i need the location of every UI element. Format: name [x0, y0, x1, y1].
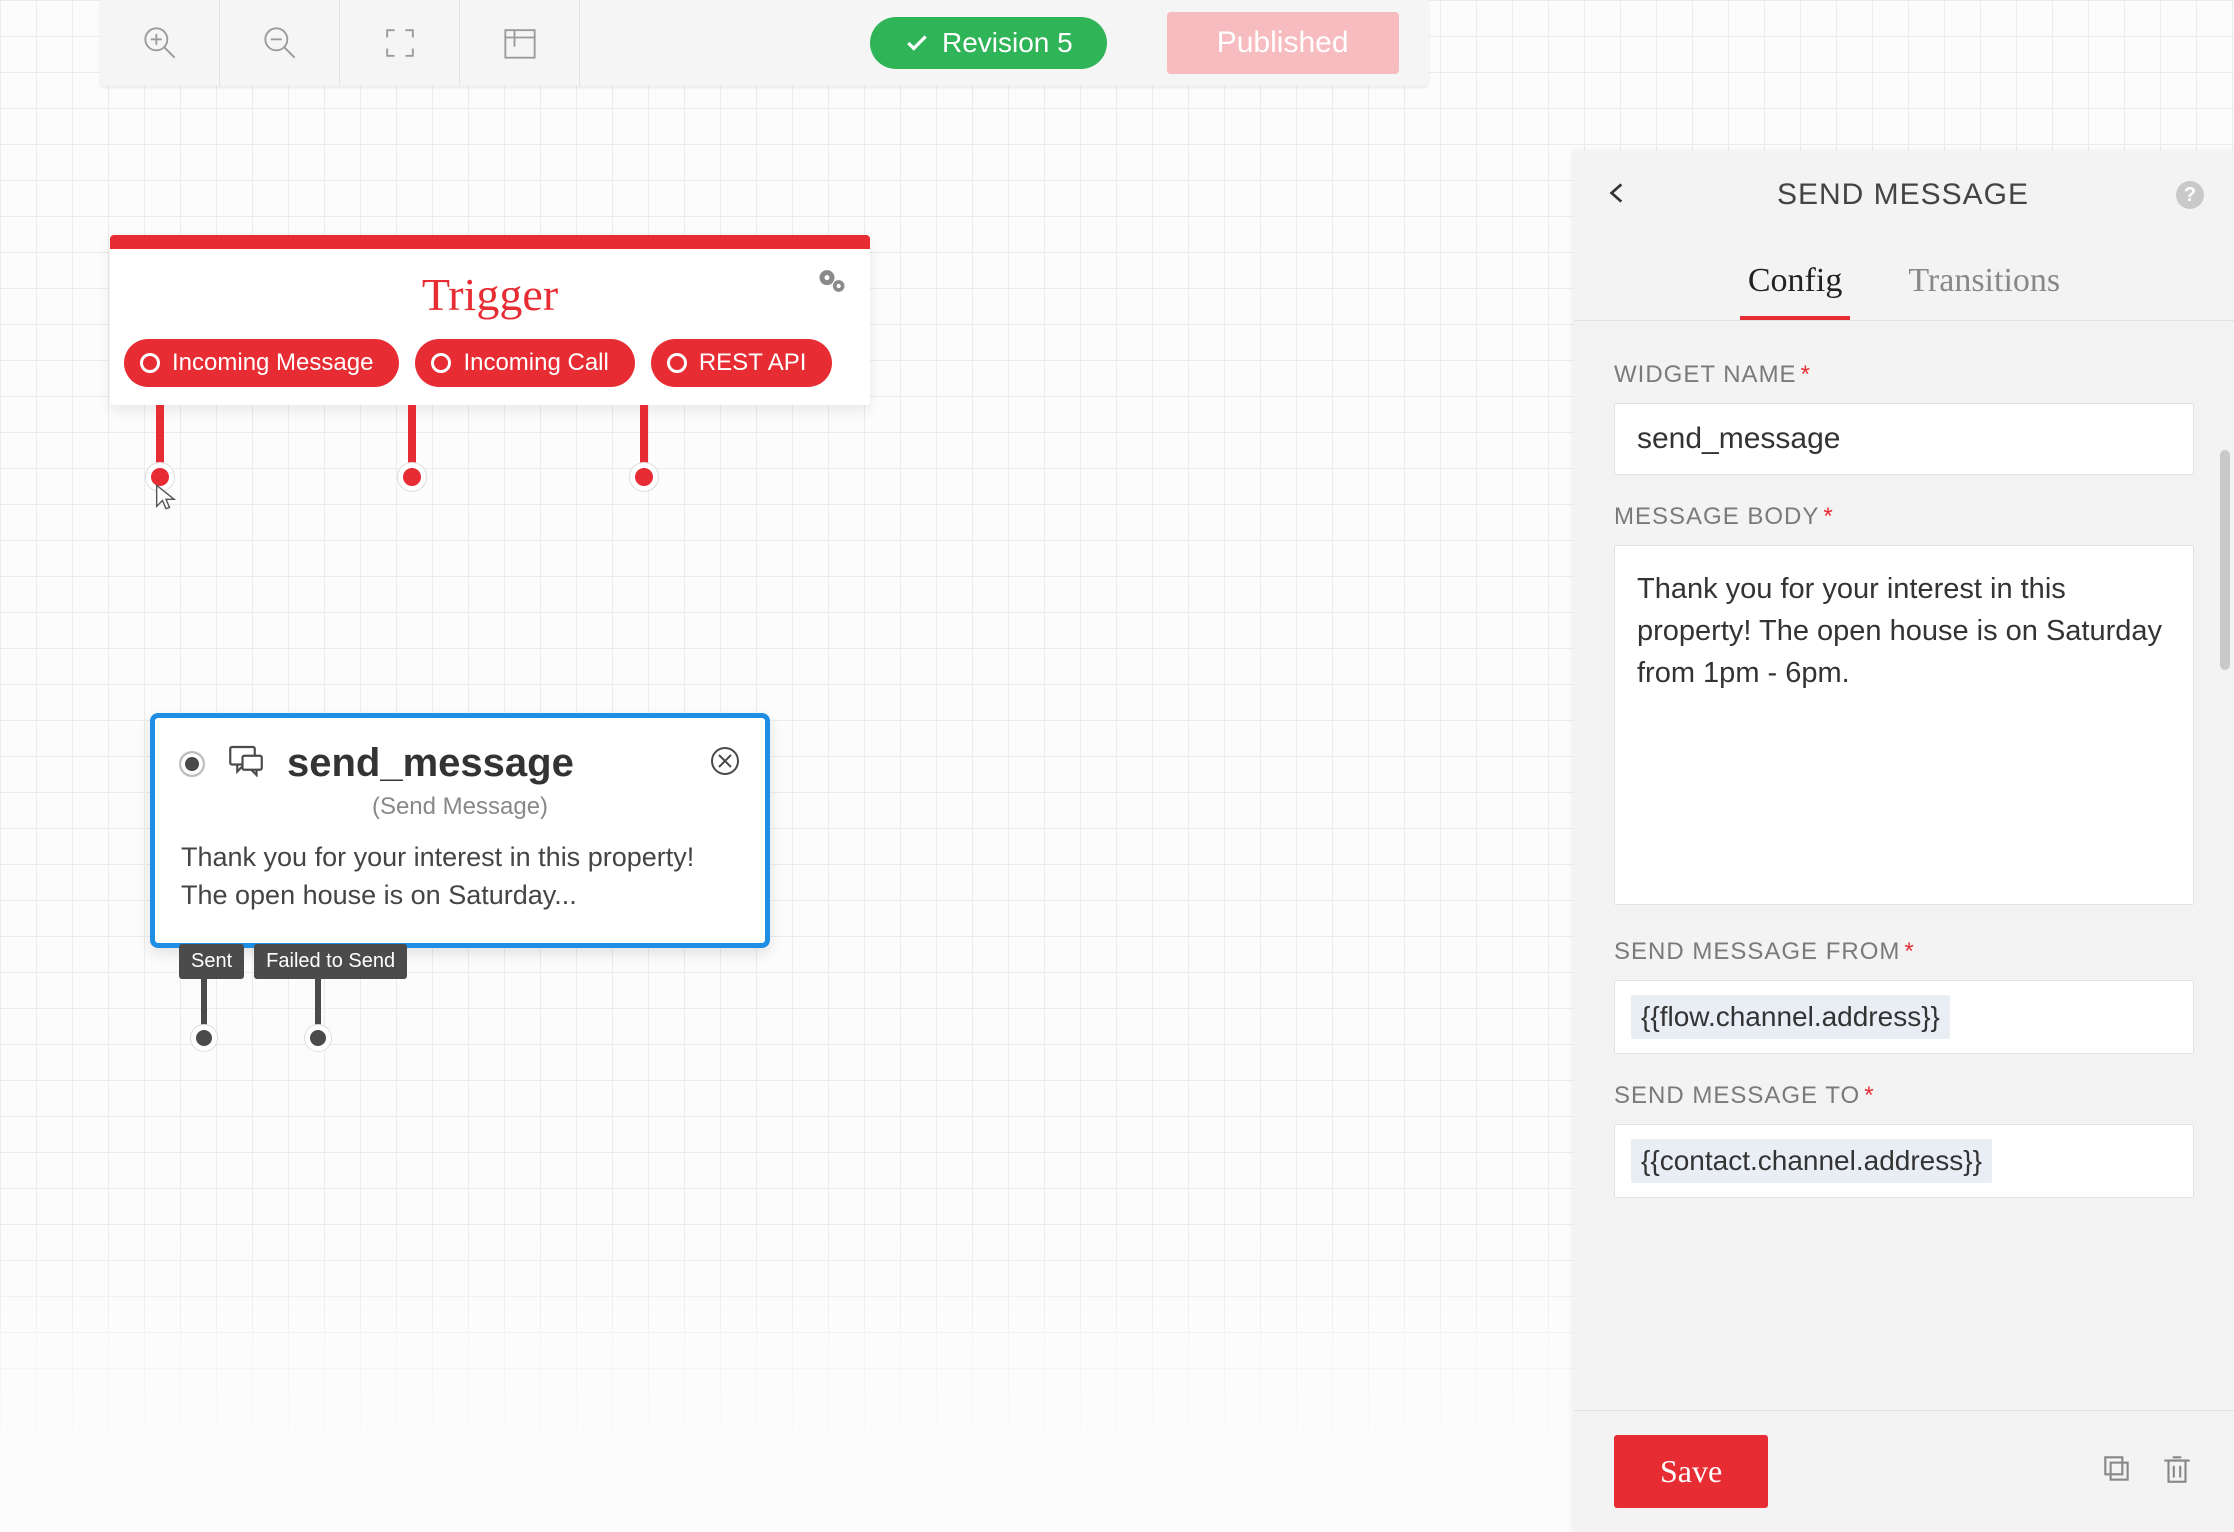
tag-failed[interactable]: Failed to Send	[254, 944, 407, 979]
panel-title: SEND MESSAGE	[1630, 178, 2176, 212]
chat-icon	[225, 740, 267, 787]
panel-scrollbar[interactable]	[2220, 450, 2230, 670]
help-button[interactable]: ?	[2176, 181, 2204, 209]
zoom-out-icon	[258, 21, 302, 65]
inspector-panel: SEND MESSAGE ? Config Transitions WIDGET…	[1574, 150, 2234, 1532]
connector-stub[interactable]	[640, 405, 648, 467]
pill-rest-api[interactable]: REST API	[651, 339, 833, 387]
fit-screen-icon	[378, 21, 422, 65]
send-message-node[interactable]: send_message (Send Message) Thank you fo…	[150, 713, 770, 948]
widget-name-input[interactable]	[1614, 403, 2194, 475]
cursor-icon	[152, 483, 180, 511]
revision-badge[interactable]: Revision 5	[870, 17, 1107, 69]
tab-config[interactable]: Config	[1740, 252, 1850, 320]
pill-incoming-call[interactable]: Incoming Call	[415, 339, 634, 387]
port-ring-icon	[140, 353, 160, 373]
gear-icon[interactable]	[812, 261, 852, 301]
tab-transitions[interactable]: Transitions	[1900, 252, 2068, 320]
library-icon	[498, 21, 542, 65]
connector-stub[interactable]	[315, 979, 321, 1027]
published-badge[interactable]: Published	[1167, 12, 1399, 74]
trigger-node[interactable]: Trigger Incoming Message Incoming Call R…	[110, 235, 870, 405]
close-node-button[interactable]	[709, 745, 741, 782]
pill-incoming-message[interactable]: Incoming Message	[124, 339, 399, 387]
node-body-preview: Thank you for your interest in this prop…	[155, 839, 765, 943]
delete-button[interactable]	[2160, 1452, 2194, 1491]
pill-label: Incoming Message	[172, 349, 373, 377]
tag-sent[interactable]: Sent	[179, 944, 244, 979]
canvas-toolbar: Revision 5 Published	[100, 0, 1429, 86]
label-send-from: SEND MESSAGE FROM*	[1614, 938, 2194, 966]
widget-library-button[interactable]	[460, 0, 580, 86]
pill-label: Incoming Call	[463, 349, 608, 377]
published-label: Published	[1217, 26, 1349, 59]
node-state-dot	[179, 751, 205, 777]
revision-label: Revision 5	[942, 27, 1073, 59]
label-message-body: MESSAGE BODY*	[1614, 503, 2194, 531]
check-icon	[904, 30, 930, 56]
node-subtitle: (Send Message)	[155, 793, 765, 821]
zoom-out-button[interactable]	[220, 0, 340, 86]
back-button[interactable]	[1604, 180, 1630, 211]
label-widget-name: WIDGET NAME*	[1614, 361, 2194, 389]
port-ring-icon	[667, 353, 687, 373]
node-name: send_message	[287, 741, 689, 786]
trigger-title: Trigger	[422, 268, 558, 321]
send-from-input[interactable]: {{flow.channel.address}}	[1614, 980, 2194, 1054]
save-button[interactable]: Save	[1614, 1435, 1768, 1508]
label-send-to: SEND MESSAGE TO*	[1614, 1082, 2194, 1110]
send-to-chip: {{contact.channel.address}}	[1631, 1139, 1992, 1183]
connector-stub[interactable]	[201, 979, 207, 1027]
zoom-in-icon	[138, 21, 182, 65]
port-ring-icon	[431, 353, 451, 373]
message-body-input[interactable]	[1614, 545, 2194, 905]
zoom-in-button[interactable]	[100, 0, 220, 86]
fit-screen-button[interactable]	[340, 0, 460, 86]
connector-stub[interactable]	[408, 405, 416, 467]
connector-stub[interactable]	[156, 405, 164, 467]
send-from-chip: {{flow.channel.address}}	[1631, 995, 1950, 1039]
send-to-input[interactable]: {{contact.channel.address}}	[1614, 1124, 2194, 1198]
pill-label: REST API	[699, 349, 807, 377]
duplicate-button[interactable]	[2100, 1452, 2134, 1491]
